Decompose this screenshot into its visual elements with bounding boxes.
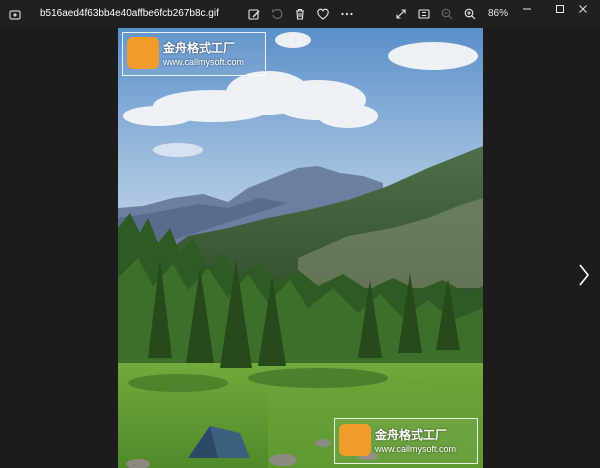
chevron-right-icon — [577, 263, 591, 292]
watermark-title: 金舟格式工厂 — [163, 41, 236, 55]
minimize-icon — [522, 1, 532, 19]
edit-image-icon — [247, 7, 261, 21]
rotate-button[interactable] — [266, 4, 288, 24]
zoom-out-button[interactable] — [436, 4, 458, 24]
minimize-button[interactable] — [510, 0, 544, 20]
zoom-out-icon — [440, 7, 454, 21]
photos-app-icon — [9, 8, 21, 20]
title-bar: b516aed4f63bb4e40affbe6fcb267b8c.gif 86% — [0, 0, 600, 28]
watermark-title: 金舟格式工厂 — [375, 428, 448, 442]
watermark-url: www.callmysoft.com — [375, 444, 457, 454]
watermark-bottom: 金舟格式工厂 www.callmysoft.com — [334, 418, 478, 464]
close-icon — [578, 1, 588, 19]
favorite-button[interactable] — [312, 4, 334, 24]
favorite-icon — [316, 7, 330, 21]
mountain-landscape-photo[interactable]: 金舟格式工厂 www.callmysoft.com 金舟格式工厂 www.cal… — [118, 28, 483, 468]
image-viewer: 金舟格式工厂 www.callmysoft.com 金舟格式工厂 www.cal… — [0, 28, 600, 468]
edit-image-button[interactable] — [243, 4, 265, 24]
window-title-filename: b516aed4f63bb4e40affbe6fcb267b8c.gif — [40, 8, 219, 19]
zoom-in-button[interactable] — [459, 4, 481, 24]
slideshow-icon — [417, 7, 431, 21]
fullscreen-icon — [394, 7, 408, 21]
photo-image — [118, 28, 483, 468]
watermark-url: www.callmysoft.com — [163, 57, 245, 67]
watermark-logo-icon — [127, 37, 159, 69]
slideshow-button[interactable] — [413, 4, 435, 24]
fullscreen-button[interactable] — [390, 4, 412, 24]
zoom-level[interactable]: 86% — [488, 8, 508, 19]
delete-icon — [293, 7, 307, 21]
watermark-top: 金舟格式工厂 www.callmysoft.com — [122, 32, 266, 76]
more-button[interactable] — [336, 4, 358, 24]
maximize-icon — [555, 1, 565, 19]
delete-button[interactable] — [289, 4, 311, 24]
close-button[interactable] — [566, 0, 600, 20]
more-icon — [340, 7, 354, 21]
zoom-in-icon — [463, 7, 477, 21]
watermark-logo-icon — [339, 424, 371, 456]
next-image-button[interactable] — [574, 264, 594, 290]
rotate-icon — [270, 7, 284, 21]
